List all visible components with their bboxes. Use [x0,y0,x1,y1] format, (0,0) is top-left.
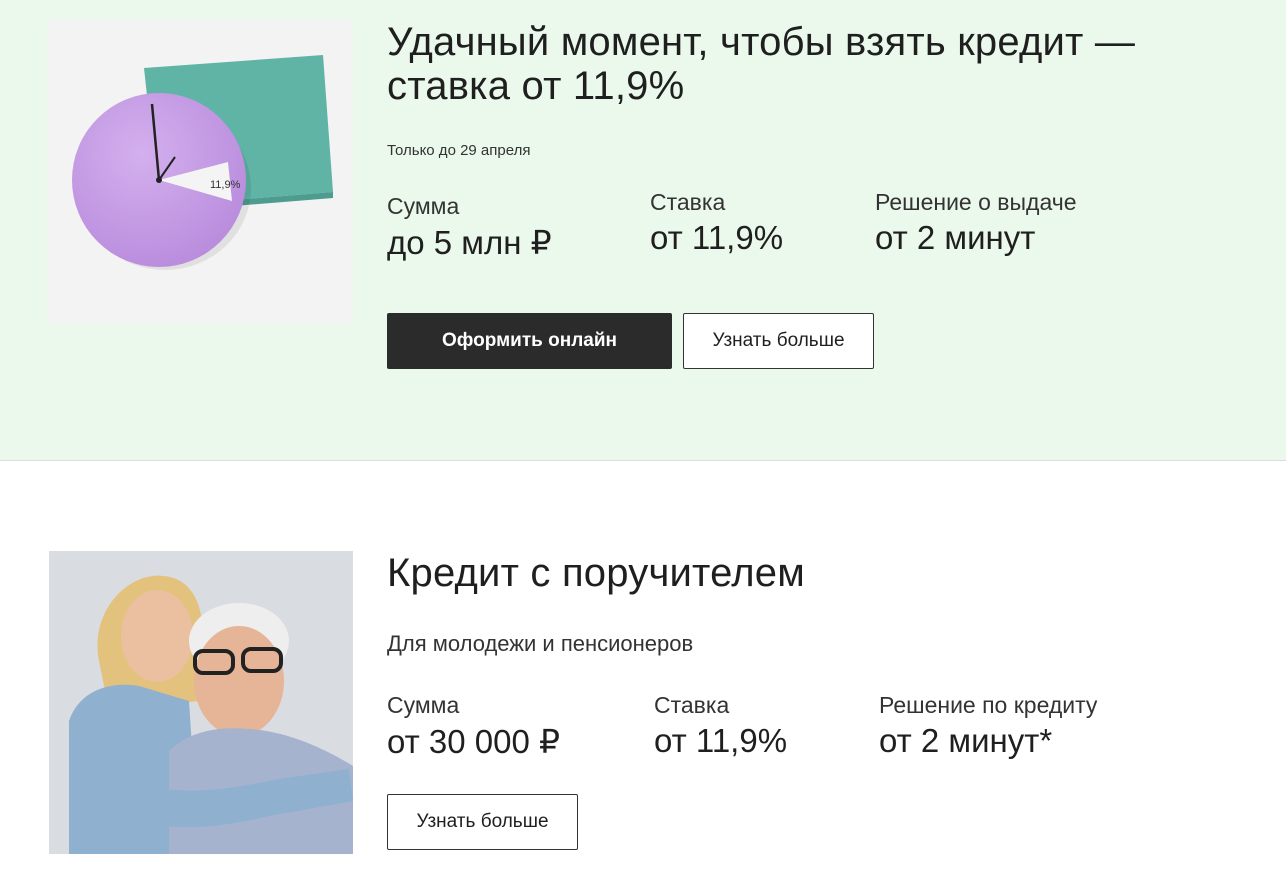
promo1-stat-value-rate: от 11,9% [650,219,784,256]
promo-image-clock: 11,9% [47,20,353,324]
apply-online-button[interactable]: Оформить онлайн [387,313,672,369]
promo1-stat-label-decision: Решение о выдаче [875,189,1077,215]
promo1-stat-value-decision: от 2 минут [875,219,1036,256]
promo2-title: Кредит с поручителем [387,551,805,595]
promo1-learn-more-button[interactable]: Узнать больше [683,313,874,369]
promo2-stat-value-rate: от 11,9% [654,722,788,759]
promo1-stat-label-sum: Сумма [387,193,460,219]
promo2-stat-label-sum: Сумма [387,692,460,718]
woman-face [121,590,193,682]
promo2-stat-label-rate: Ставка [654,692,730,718]
people-photo [49,551,353,854]
promo2-stat-value-decision: от 2 минут* [879,722,1053,759]
promo-image-people [49,551,353,854]
promo1-title-line2: ставка от 11,9% [387,64,685,108]
man-face [194,626,284,736]
promo2-stat-value-sum: от 30 000 ₽ [387,723,561,760]
promo1-title: Удачный момент, чтобы взять кредит — ста… [387,20,1135,108]
promo1-stat-label-rate: Ставка [650,189,726,215]
promo2-stat-label-decision: Решение по кредиту [879,692,1098,718]
promo1-subtitle: Только до 29 апреля [387,142,531,159]
promo2-learn-more-button[interactable]: Узнать больше [387,794,578,850]
promo1-title-line1: Удачный момент, чтобы взять кредит — [387,20,1136,64]
promo1-stat-value-sum: до 5 млн ₽ [387,224,552,261]
clock-rate-label: 11,9% [210,179,241,191]
promo2-subtitle: Для молодежи и пенсионеров [387,631,694,656]
clock-illustration: 11,9% [72,55,333,270]
